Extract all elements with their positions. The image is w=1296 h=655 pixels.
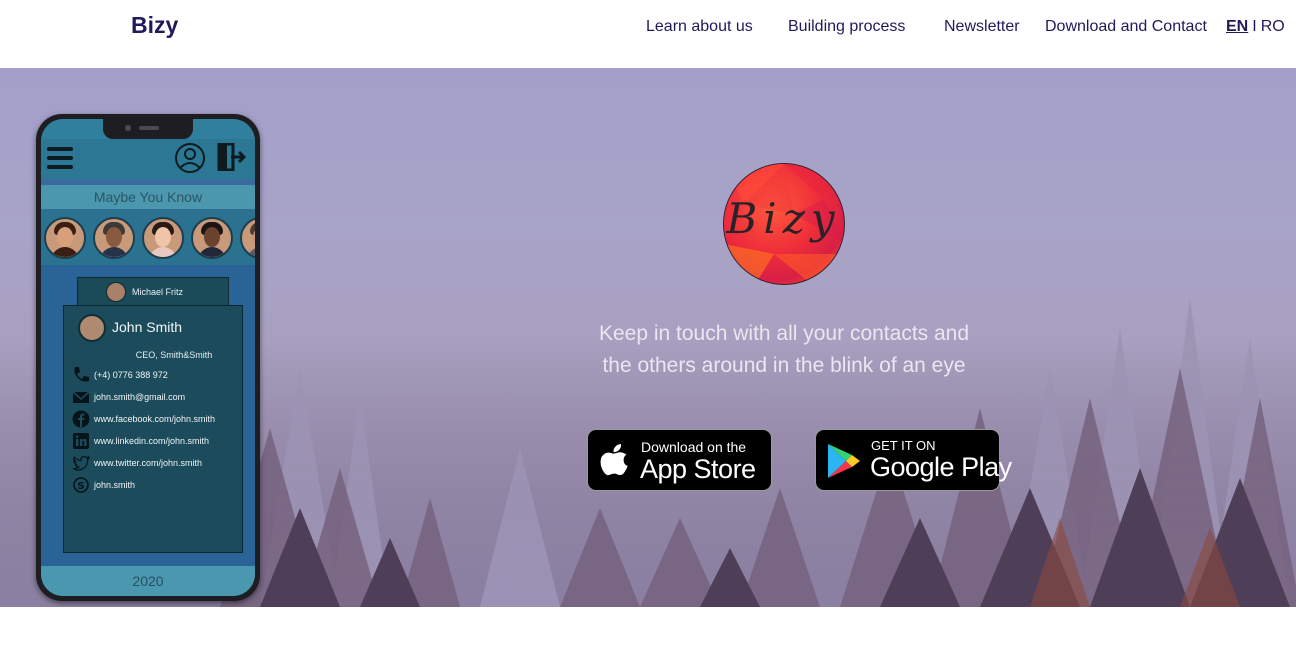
language-switcher: EN I RO — [1226, 18, 1285, 36]
app-store-small-text: Download on the — [641, 439, 747, 455]
lang-separator: I — [1252, 18, 1257, 35]
phone-icon — [74, 367, 89, 382]
mail-icon — [72, 391, 90, 403]
google-play-big-text: Google Play — [870, 452, 1012, 482]
nav-download-and-contact[interactable]: Download and Contact — [1045, 18, 1207, 36]
hero-tagline: Keep in touch with all your contacts and… — [568, 318, 1000, 382]
nav-newsletter[interactable]: Newsletter — [944, 18, 1020, 36]
top-navbar: Bizy Learn about us Building process New… — [0, 0, 1296, 68]
speaker-icon — [139, 126, 159, 130]
twitter-icon — [72, 455, 90, 471]
contact-name: Michael Fritz — [132, 287, 184, 297]
profile-icon — [175, 143, 205, 173]
avatar — [106, 282, 126, 302]
avatar — [78, 314, 106, 342]
logout-icon — [217, 143, 247, 171]
suggestion-avatar — [142, 217, 184, 259]
lang-en-link[interactable]: EN — [1226, 18, 1248, 35]
google-play-small-text: GET IT ON — [871, 438, 936, 453]
nav-building-process[interactable]: Building process — [788, 18, 905, 36]
phone-screen: Maybe You Know Michael Fritz John Smith … — [41, 119, 255, 596]
lang-ro-link[interactable]: RO — [1261, 18, 1285, 35]
google-play-icon — [828, 444, 860, 478]
skype-icon: S — [73, 477, 89, 493]
linkedin-icon — [73, 433, 89, 449]
footer-year: 2020 — [132, 573, 164, 589]
app-store-badge[interactable]: Download on the App Store — [587, 429, 772, 491]
contact-card: John Smith CEO, Smith&Smith (+4) 0776 38… — [63, 305, 243, 553]
contact-title: CEO, Smith&Smith — [135, 350, 213, 360]
nav-learn-about-us[interactable]: Learn about us — [646, 18, 753, 36]
suggestion-avatar — [191, 217, 233, 259]
suggestion-avatar — [93, 217, 135, 259]
bizy-logo: Bizy — [723, 163, 845, 285]
phone-mockup: Maybe You Know Michael Fritz John Smith … — [36, 114, 260, 601]
google-play-badge[interactable]: GET IT ON Google Play — [815, 429, 1012, 491]
camera-icon — [125, 125, 131, 131]
facebook-icon — [72, 410, 90, 428]
svg-text:S: S — [77, 481, 84, 492]
contact-card-collapsed: Michael Fritz — [77, 277, 229, 307]
logo-text: Bizy — [726, 194, 841, 243]
hamburger-menu-icon — [47, 147, 73, 169]
suggestion-avatar — [44, 217, 86, 259]
tagline-line-2: the others around in the blink of an eye — [602, 354, 966, 377]
app-store-big-text: App Store — [640, 454, 756, 484]
contact-name: John Smith — [112, 319, 183, 335]
apple-icon — [600, 444, 628, 476]
tagline-line-1: Keep in touch with all your contacts and — [598, 322, 970, 345]
brand-logo-link[interactable]: Bizy — [131, 12, 178, 39]
maybe-you-know-label: Maybe You Know — [93, 189, 203, 205]
